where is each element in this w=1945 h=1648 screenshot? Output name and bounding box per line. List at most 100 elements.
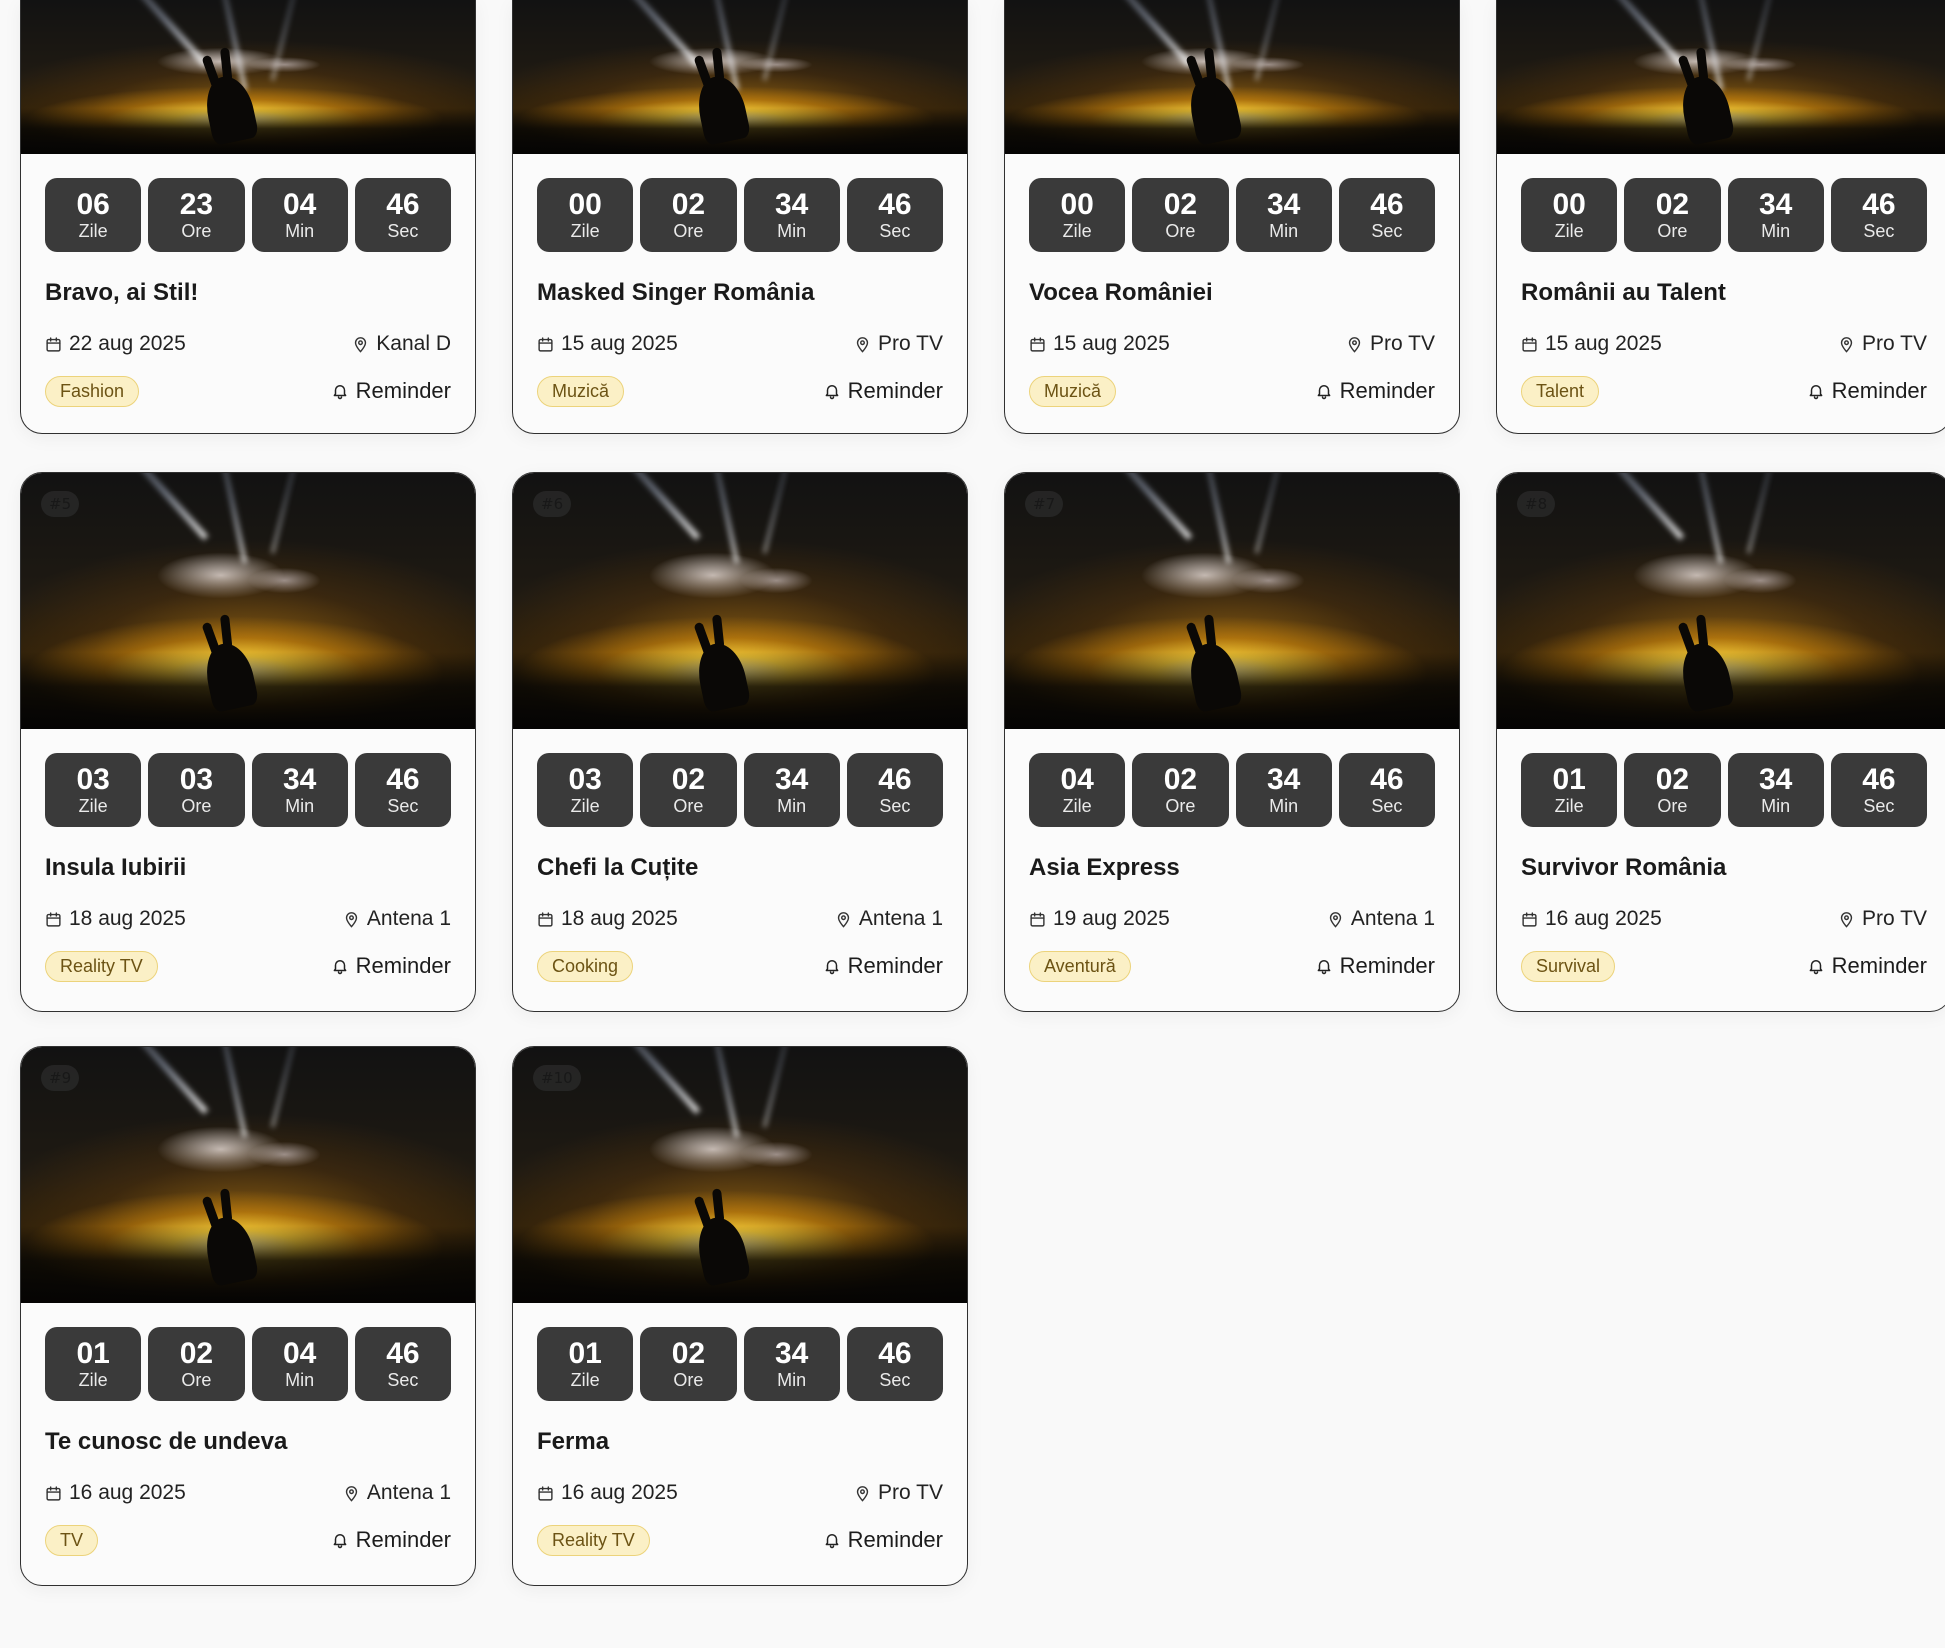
show-card-10[interactable]: #10 01 Zile 02 Ore 34 Min 46 Sec Ferma 16 au… bbox=[512, 1046, 968, 1586]
show-card-3[interactable]: 00 Zile 02 Ore 34 Min 46 Sec Vocea României … bbox=[1004, 0, 1460, 434]
countdown-seconds: 46 Sec bbox=[1338, 178, 1435, 252]
channel-text: Pro TV bbox=[1370, 332, 1435, 355]
reminder-button[interactable]: Reminder bbox=[823, 1527, 943, 1553]
show-card-9[interactable]: #9 01 Zile 02 Ore 04 Min 46 Sec Te cunosc de… bbox=[20, 1046, 476, 1586]
countdown-days: 04 Zile bbox=[1029, 753, 1126, 827]
countdown-value: 46 bbox=[386, 762, 420, 796]
reminder-button[interactable]: Reminder bbox=[1807, 378, 1927, 404]
show-channel: Pro TV bbox=[1346, 332, 1435, 356]
countdown-minutes: 34 Min bbox=[743, 178, 840, 252]
show-date: 16 aug 2025 bbox=[537, 1481, 678, 1505]
show-date: 16 aug 2025 bbox=[45, 1481, 186, 1505]
countdown-days: 01 Zile bbox=[537, 1327, 634, 1401]
show-card-5[interactable]: #5 03 Zile 03 Ore 34 Min 46 Sec Insula Iubir… bbox=[20, 472, 476, 1012]
rank-badge: #5 bbox=[41, 491, 80, 517]
countdown-value: 34 bbox=[1758, 187, 1793, 221]
countdown-seconds: 46 Sec bbox=[1338, 753, 1435, 827]
show-title: Insula Iubirii bbox=[45, 854, 187, 881]
show-date: 15 aug 2025 bbox=[1521, 332, 1662, 356]
countdown-value: 46 bbox=[878, 762, 912, 796]
show-card-7[interactable]: #7 04 Zile 02 Ore 34 Min 46 Sec Asia Express… bbox=[1004, 472, 1460, 1012]
reminder-button[interactable]: Reminder bbox=[331, 378, 451, 404]
countdown-value: 02 bbox=[671, 762, 706, 796]
rank-badge: #8 bbox=[1517, 491, 1556, 517]
date-text: 16 aug 2025 bbox=[561, 1481, 678, 1504]
countdown-unit: Zile bbox=[570, 795, 600, 816]
reminder-button[interactable]: Reminder bbox=[1315, 378, 1435, 404]
date-text: 16 aug 2025 bbox=[1545, 907, 1662, 930]
countdown-value: 34 bbox=[774, 187, 809, 221]
countdown-hours: 02 Ore bbox=[1624, 753, 1721, 827]
bell-icon bbox=[333, 385, 346, 400]
countdown-unit: Min bbox=[1269, 795, 1299, 816]
countdown-unit: Sec bbox=[387, 795, 419, 816]
countdown-value: 34 bbox=[774, 762, 809, 796]
countdown-unit: Ore bbox=[181, 220, 212, 241]
countdown-hours: 02 Ore bbox=[640, 753, 737, 827]
show-card-4[interactable]: 00 Zile 02 Ore 34 Min 46 Sec Românii au Tale… bbox=[1496, 0, 1945, 434]
show-channel: Pro TV bbox=[1838, 332, 1927, 356]
countdown-value: 46 bbox=[386, 187, 420, 221]
calendar-icon bbox=[1522, 336, 1537, 352]
reminder-button[interactable]: Reminder bbox=[823, 953, 943, 979]
reminder-label: Reminder bbox=[1339, 953, 1435, 978]
countdown-minutes: 34 Min bbox=[1235, 178, 1332, 252]
genre-tag: Muzică bbox=[1029, 375, 1117, 407]
countdown-unit: Zile bbox=[570, 1369, 600, 1390]
reminder-button[interactable]: Reminder bbox=[1807, 953, 1927, 979]
show-card-6[interactable]: #6 03 Zile 02 Ore 34 Min 46 Sec Chefi la Cuț… bbox=[512, 472, 968, 1012]
countdown-value: 46 bbox=[1862, 187, 1896, 221]
show-title: Masked Singer România bbox=[537, 279, 815, 306]
countdown-unit: Zile bbox=[1554, 795, 1584, 816]
countdown-hours: 03 Ore bbox=[148, 753, 245, 827]
countdown-value: 02 bbox=[1163, 762, 1198, 796]
show-date: 16 aug 2025 bbox=[1521, 907, 1662, 931]
countdown-days: 01 Zile bbox=[45, 1327, 142, 1401]
concert-image bbox=[513, 0, 967, 154]
date-text: 22 aug 2025 bbox=[69, 332, 186, 355]
concert-image bbox=[1005, 0, 1459, 154]
countdown-timer: 04 Zile 02 Ore 34 Min 46 Sec bbox=[1029, 753, 1435, 827]
calendar-icon bbox=[46, 336, 61, 352]
channel-text: Kanal D bbox=[376, 332, 451, 355]
reminder-label: Reminder bbox=[355, 953, 451, 978]
date-text: 16 aug 2025 bbox=[69, 1481, 186, 1504]
show-card-2[interactable]: 00 Zile 02 Ore 34 Min 46 Sec Masked Singer R… bbox=[512, 0, 968, 434]
reminder-button[interactable]: Reminder bbox=[331, 1527, 451, 1553]
countdown-value: 00 bbox=[1552, 187, 1586, 221]
calendar-icon bbox=[46, 1485, 61, 1501]
date-text: 15 aug 2025 bbox=[561, 332, 678, 355]
reminder-button[interactable]: Reminder bbox=[823, 378, 943, 404]
channel-text: Antena 1 bbox=[858, 907, 943, 930]
reminder-label: Reminder bbox=[847, 953, 943, 978]
map-pin-icon bbox=[856, 336, 869, 353]
show-title: Chefi la Cuțite bbox=[537, 854, 699, 881]
countdown-value: 46 bbox=[1370, 187, 1404, 221]
countdown-timer: 03 Zile 03 Ore 34 Min 46 Sec bbox=[45, 753, 451, 827]
countdown-value: 02 bbox=[1163, 187, 1198, 221]
concert-image: #6 bbox=[513, 473, 967, 729]
countdown-unit: Ore bbox=[1657, 795, 1688, 816]
countdown-unit: Ore bbox=[181, 1369, 212, 1390]
reminder-button[interactable]: Reminder bbox=[331, 953, 451, 979]
countdown-unit: Sec bbox=[1371, 220, 1403, 241]
countdown-value: 00 bbox=[1060, 187, 1094, 221]
countdown-unit: Ore bbox=[673, 795, 704, 816]
countdown-minutes: 34 Min bbox=[1727, 753, 1824, 827]
countdown-hours: 02 Ore bbox=[640, 1327, 737, 1401]
date-text: 15 aug 2025 bbox=[1053, 332, 1170, 355]
show-card-1[interactable]: 06 Zile 23 Ore 04 Min 46 Sec Bravo, ai Stil!… bbox=[20, 0, 476, 434]
countdown-timer: 03 Zile 02 Ore 34 Min 46 Sec bbox=[537, 753, 943, 827]
countdown-unit: Sec bbox=[879, 795, 911, 816]
reminder-button[interactable]: Reminder bbox=[1315, 953, 1435, 979]
reminder-label: Reminder bbox=[355, 1527, 451, 1552]
countdown-value: 34 bbox=[282, 762, 317, 796]
show-channel: Antena 1 bbox=[835, 907, 943, 931]
map-pin-icon bbox=[355, 336, 367, 353]
show-channel: Antena 1 bbox=[1327, 907, 1435, 931]
countdown-timer: 01 Zile 02 Ore 34 Min 46 Sec bbox=[537, 1327, 943, 1401]
channel-text: Pro TV bbox=[878, 1481, 943, 1504]
show-card-8[interactable]: #8 01 Zile 02 Ore 34 Min 46 Sec Survivor Rom… bbox=[1496, 472, 1945, 1012]
countdown-value: 46 bbox=[386, 1336, 420, 1370]
calendar-icon bbox=[538, 336, 553, 352]
